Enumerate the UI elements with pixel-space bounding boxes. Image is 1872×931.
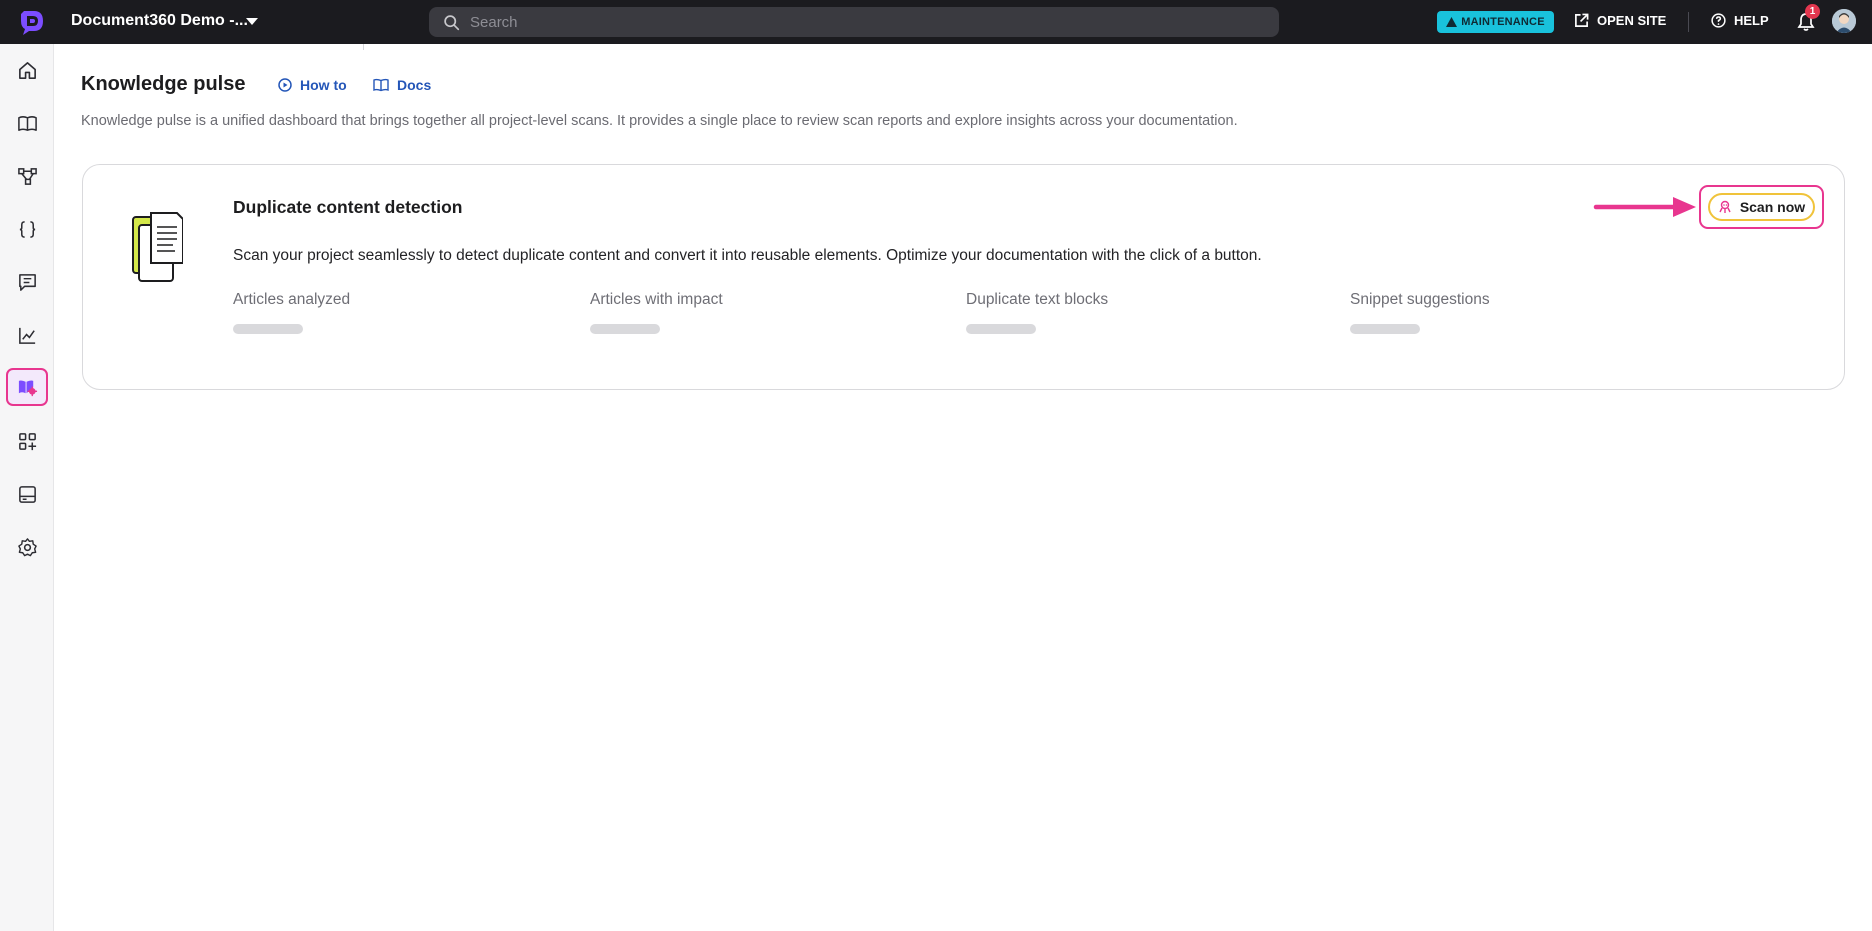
help-link[interactable]: HELP — [1711, 13, 1769, 28]
sidebar-item-widgets[interactable] — [6, 475, 48, 513]
duplicate-content-card: Duplicate content detection Scan your pr… — [82, 164, 1845, 390]
maintenance-label: MAINTENANCE — [1461, 16, 1545, 28]
metric-snippet-suggestions: Snippet suggestions — [1350, 291, 1490, 334]
page-description: Knowledge pulse is a unified dashboard t… — [81, 113, 1238, 129]
duplicate-documents-icon — [132, 212, 183, 282]
top-bar: Document360 Demo -... MAINTENANCE OPEN S… — [0, 0, 1872, 44]
arrow-annotation — [1593, 197, 1696, 217]
scan-now-label: Scan now — [1739, 199, 1806, 215]
avatar[interactable] — [1832, 9, 1856, 33]
help-icon — [1711, 13, 1726, 28]
loading-skeleton — [966, 324, 1036, 334]
sidebar-item-documentation[interactable] — [6, 104, 48, 142]
open-site-link[interactable]: OPEN SITE — [1574, 13, 1666, 28]
sidebar-item-integrations[interactable] — [6, 422, 48, 460]
sidebar-item-settings[interactable] — [6, 528, 48, 566]
search-input[interactable] — [470, 13, 1250, 31]
warning-icon — [1446, 17, 1458, 27]
workflow-icon — [17, 167, 37, 185]
scan-now-button[interactable]: Scan now — [1708, 193, 1815, 221]
metric-duplicate-text-blocks: Duplicate text blocks — [966, 291, 1108, 334]
home-icon — [18, 61, 36, 79]
metric-articles-with-impact: Articles with impact — [590, 291, 723, 334]
docs-link[interactable]: Docs — [373, 77, 431, 93]
knowledge-pulse-icon — [18, 380, 37, 396]
robot-icon — [1719, 200, 1731, 213]
notification-badge: 1 — [1805, 4, 1820, 19]
card-title: Duplicate content detection — [233, 197, 463, 217]
metric-label: Snippet suggestions — [1350, 291, 1490, 308]
metric-label: Duplicate text blocks — [966, 291, 1109, 308]
play-circle-icon — [278, 78, 292, 92]
sidebar — [0, 44, 54, 931]
how-to-link[interactable]: How to — [278, 77, 347, 93]
loading-skeleton — [1350, 324, 1420, 334]
docs-label: Docs — [397, 77, 432, 93]
metric-label: Articles with impact — [590, 291, 723, 308]
analytics-icon — [18, 327, 35, 344]
sidebar-item-workflow[interactable] — [6, 157, 48, 195]
sidebar-item-analytics[interactable] — [6, 316, 48, 354]
open-site-label: OPEN SITE — [1597, 13, 1667, 28]
loading-skeleton — [233, 324, 303, 334]
external-link-icon — [1575, 13, 1589, 27]
page-title: Knowledge pulse — [81, 73, 246, 95]
search-bar[interactable] — [429, 7, 1279, 37]
apps-add-icon — [18, 432, 36, 450]
user-avatar-icon — [1832, 9, 1856, 33]
document360-logo[interactable] — [18, 8, 46, 36]
project-name[interactable]: Document360 Demo -... — [71, 12, 248, 30]
book-icon — [373, 78, 389, 92]
divider — [1688, 12, 1689, 32]
book-icon — [17, 115, 37, 131]
chevron-down-icon[interactable] — [246, 18, 258, 25]
search-icon — [444, 14, 460, 30]
widget-icon — [18, 485, 36, 503]
sidebar-item-api[interactable] — [6, 210, 48, 248]
sidebar-item-knowledge-pulse[interactable] — [6, 368, 48, 406]
sidebar-item-feedback[interactable] — [6, 263, 48, 301]
loading-skeleton — [590, 324, 660, 334]
comment-icon — [18, 273, 36, 291]
divider — [363, 44, 364, 50]
metric-articles-analyzed: Articles analyzed — [233, 291, 350, 334]
maintenance-badge[interactable]: MAINTENANCE — [1437, 11, 1554, 33]
how-to-label: How to — [300, 77, 347, 93]
sidebar-item-home[interactable] — [6, 51, 48, 89]
braces-icon — [19, 220, 35, 238]
metric-label: Articles analyzed — [233, 291, 351, 308]
settings-icon — [17, 537, 37, 556]
card-description: Scan your project seamlessly to detect d… — [233, 247, 1262, 264]
help-label: HELP — [1734, 13, 1769, 28]
